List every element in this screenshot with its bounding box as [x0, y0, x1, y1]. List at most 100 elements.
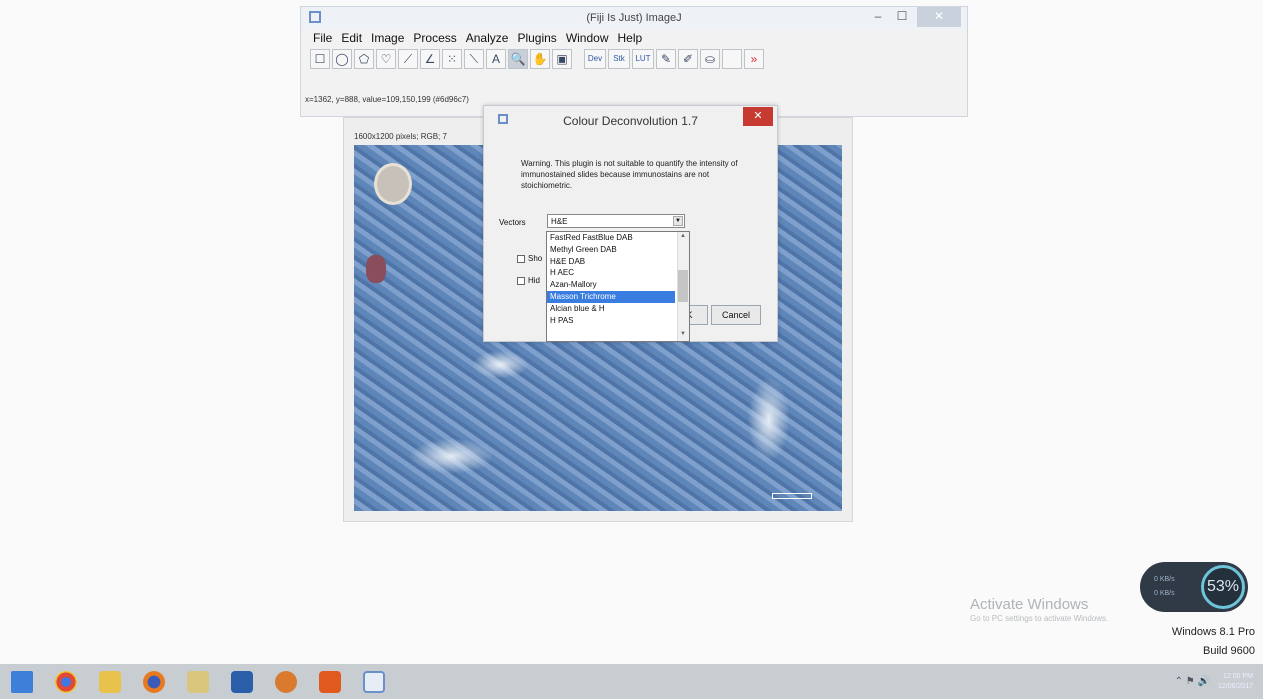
close-button[interactable]: ✕: [917, 7, 961, 27]
flood-fill-tool-icon[interactable]: ⛀: [700, 49, 720, 69]
magnifier-tool-icon[interactable]: 🔍: [508, 49, 528, 69]
office-icon: [319, 670, 341, 693]
tray-icons[interactable]: ⌃ ⚑ 🔊: [1175, 676, 1210, 687]
image-cell-feature: [374, 163, 412, 205]
imagej-menubar: File Edit Image Process Analyze Plugins …: [301, 29, 967, 47]
minimize-button[interactable]: –: [867, 7, 889, 27]
fiji-icon: [363, 670, 385, 693]
scrollbar-thumb[interactable]: [678, 270, 688, 302]
taskbar: ⌃ ⚑ 🔊 12:00 PM 12/06/2017: [0, 664, 1263, 699]
chrome-icon: [55, 670, 77, 693]
checkbox-box[interactable]: [517, 254, 525, 263]
usage-gauge: 53%: [1201, 565, 1245, 609]
hide-legend-checkbox[interactable]: Hid: [517, 276, 540, 285]
hand-tool-icon[interactable]: ✋: [530, 49, 550, 69]
imagej-titlebar[interactable]: (Fiji Is Just) ImageJ – ☐ ✕: [301, 7, 967, 29]
stk-tool-icon[interactable]: Stk: [608, 49, 630, 69]
start-button[interactable]: [0, 664, 44, 699]
polygon-tool-icon[interactable]: ⬠: [354, 49, 374, 69]
cancel-button[interactable]: Cancel: [711, 305, 761, 325]
dropdown-option-selected[interactable]: Masson Trichrome: [547, 290, 675, 303]
lut-tool-icon[interactable]: LUT: [632, 49, 654, 69]
taskbar-photoshop[interactable]: [220, 664, 264, 699]
photoshop-icon: [231, 670, 253, 693]
maximize-button[interactable]: ☐: [891, 7, 913, 27]
menu-image[interactable]: Image: [371, 31, 404, 45]
colour-deconvolution-dialog: Colour Deconvolution 1.7 ✕ Warning. This…: [483, 105, 778, 342]
point-tool-icon[interactable]: ⁙: [442, 49, 462, 69]
dropdown-option[interactable]: Methyl Green DAB: [547, 244, 675, 256]
scroll-down-icon[interactable]: ▼: [678, 331, 688, 340]
image-info-label: 1600x1200 pixels; RGB; 7: [354, 132, 447, 141]
color-picker-tool-icon[interactable]: ▣: [552, 49, 572, 69]
angle-tool-icon[interactable]: ∠: [420, 49, 440, 69]
wand-tool-icon[interactable]: ⟍: [464, 49, 484, 69]
text-tool-icon[interactable]: A: [486, 49, 506, 69]
scroll-up-icon[interactable]: ▲: [678, 233, 688, 242]
checkbox-box[interactable]: [517, 276, 525, 285]
brush-tool-icon[interactable]: ✐: [678, 49, 698, 69]
upload-speed: 0 KB/s: [1154, 576, 1175, 583]
pencil-tool-icon[interactable]: ✎: [656, 49, 676, 69]
taskbar-chrome[interactable]: [44, 664, 88, 699]
menu-process[interactable]: Process: [413, 31, 456, 45]
dialog-titlebar[interactable]: Colour Deconvolution 1.7 ✕: [484, 106, 777, 132]
rectangle-tool-icon[interactable]: ☐: [310, 49, 330, 69]
image-scale-bar: [772, 493, 812, 499]
menu-window[interactable]: Window: [566, 31, 609, 45]
imagej-status-bar: x=1362, y=888, value=109,150,199 (#6d96c…: [305, 95, 469, 104]
dropdown-option[interactable]: Alcian blue & H: [547, 303, 675, 315]
os-build-label: Build 9600: [1203, 645, 1255, 657]
taskbar-media-player[interactable]: [264, 664, 308, 699]
vectors-select-value: H&E: [551, 217, 568, 226]
os-name-label: Windows 8.1 Pro: [1171, 626, 1255, 638]
dialog-title: Colour Deconvolution 1.7: [563, 114, 698, 128]
activate-windows-title: Activate Windows: [970, 596, 1089, 613]
menu-plugins[interactable]: Plugins: [517, 31, 556, 45]
windows-logo-icon: [11, 670, 33, 693]
freehand-tool-icon[interactable]: ♡: [376, 49, 396, 69]
image-red-stain: [366, 255, 386, 283]
chevron-down-icon[interactable]: ▼: [673, 216, 683, 226]
firefox-icon: [143, 670, 165, 693]
imagej-toolbar: ☐ ◯ ⬠ ♡ ⟋ ∠ ⁙ ⟍ A 🔍 ✋ ▣ Dev Stk LUT ✎ ✐ …: [301, 47, 967, 71]
clock-time: 12:00 PM: [1223, 672, 1253, 680]
taskbar-explorer[interactable]: [88, 664, 132, 699]
vectors-select[interactable]: H&E ▼: [547, 214, 685, 228]
folder-icon: [99, 670, 121, 693]
download-speed: 0 KB/s: [1154, 590, 1175, 597]
imagej-main-window: (Fiji Is Just) ImageJ – ☐ ✕ File Edit Im…: [300, 6, 968, 117]
menu-analyze[interactable]: Analyze: [466, 31, 509, 45]
taskbar-office[interactable]: [308, 664, 352, 699]
desktop: (Fiji Is Just) ImageJ – ☐ ✕ File Edit Im…: [0, 0, 1263, 664]
media-player-icon: [275, 670, 297, 693]
menu-file[interactable]: File: [313, 31, 332, 45]
dialog-close-button[interactable]: ✕: [743, 107, 773, 126]
dropdown-option[interactable]: Azan-Mallory: [547, 279, 675, 291]
menu-help[interactable]: Help: [618, 31, 643, 45]
checkbox-label: Hid: [528, 276, 541, 285]
taskbar-files[interactable]: [176, 664, 220, 699]
more-tools-icon[interactable]: »: [744, 49, 764, 69]
dropdown-option[interactable]: H PAS: [547, 315, 675, 327]
oval-tool-icon[interactable]: ◯: [332, 49, 352, 69]
menu-edit[interactable]: Edit: [341, 31, 362, 45]
vectors-dropdown-list[interactable]: FastRed FastBlue DAB Methyl Green DAB H&…: [546, 231, 690, 342]
taskbar-firefox[interactable]: [132, 664, 176, 699]
taskbar-clock[interactable]: 12:00 PM 12/06/2017: [1218, 672, 1253, 692]
checkbox-label: Sho: [528, 254, 543, 263]
taskbar-fiji[interactable]: [352, 664, 396, 699]
dropdown-scrollbar[interactable]: ▲ ▼: [677, 232, 689, 341]
dialog-warning-text: Warning. This plugin is not suitable to …: [521, 159, 738, 190]
line-tool-icon[interactable]: ⟋: [398, 49, 418, 69]
network-widget[interactable]: 0 KB/s 0 KB/s 53%: [1140, 562, 1248, 612]
dropdown-option[interactable]: H AEC: [547, 267, 675, 279]
dropdown-option[interactable]: H&E DAB: [547, 256, 675, 268]
file-manager-icon: [187, 670, 209, 693]
activate-windows-subtitle: Go to PC settings to activate Windows.: [970, 614, 1109, 623]
dev-tool-icon[interactable]: Dev: [584, 49, 606, 69]
dropdown-option[interactable]: FastRed FastBlue DAB: [547, 232, 675, 244]
show-matrices-checkbox[interactable]: Sho: [517, 254, 542, 263]
vectors-label: Vectors: [499, 218, 526, 227]
blank-tool-slot[interactable]: [722, 49, 742, 69]
